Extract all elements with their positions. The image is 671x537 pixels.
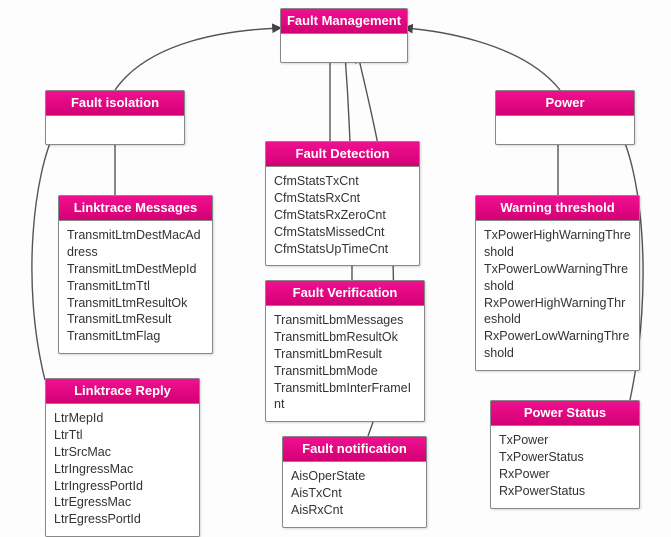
node-power: Power [495,90,635,145]
list-item: TransmitLtmTtl [67,278,204,295]
node-linktrace-messages: Linktrace Messages TransmitLtmDestMacAdd… [58,195,213,354]
node-body: TxPowerHighWarningThresholdTxPowerLowWar… [476,221,639,370]
list-item: RxPowerStatus [499,483,631,500]
list-item: TransmitLtmResult [67,311,204,328]
node-fault-notification: Fault notification AisOperStateAisTxCntA… [282,436,427,528]
list-item: CfmStatsTxCnt [274,173,411,190]
list-item: TransmitLbmMessages [274,312,416,329]
node-title: Linktrace Reply [46,379,199,404]
node-title: Fault isolation [46,91,184,116]
node-linktrace-reply: Linktrace Reply LtrMepIdLtrTtlLtrSrcMacL… [45,378,200,537]
node-title: Power Status [491,401,639,426]
list-item: AisRxCnt [291,502,418,519]
node-title: Power [496,91,634,116]
node-body: TxPowerTxPowerStatusRxPowerRxPowerStatus [491,426,639,508]
arrow-power-to-management [405,28,560,90]
list-item: LtrIngressMac [54,461,191,478]
node-title: Fault Verification [266,281,424,306]
node-title: Fault Detection [266,142,419,167]
node-fault-verification: Fault Verification TransmitLbmMessagesTr… [265,280,425,422]
list-item: TxPowerStatus [499,449,631,466]
list-item: AisOperState [291,468,418,485]
list-item: LtrEgressPortId [54,511,191,528]
list-item: RxPowerHighWarningThreshold [484,295,631,329]
list-item: TransmitLtmFlag [67,328,204,345]
list-item: TxPowerHighWarningThreshold [484,227,631,261]
list-item: RxPowerLowWarningThreshold [484,328,631,362]
list-item: TransmitLbmMode [274,363,416,380]
list-item: CfmStatsRxZeroCnt [274,207,411,224]
list-item: TransmitLtmResultOk [67,295,204,312]
node-warning-threshold: Warning threshold TxPowerHighWarningThre… [475,195,640,371]
list-item: TransmitLbmResultOk [274,329,416,346]
arrow-ltreply-to-isolation [32,132,55,380]
list-item: TransmitLbmResult [274,346,416,363]
list-item: CfmStatsUpTimeCnt [274,241,411,258]
list-item: LtrMepId [54,410,191,427]
list-item: CfmStatsRxCnt [274,190,411,207]
node-title: Fault Management [281,9,407,34]
node-fault-management: Fault Management [280,8,408,63]
list-item: CfmStatsMissedCnt [274,224,411,241]
node-body: LtrMepIdLtrTtlLtrSrcMacLtrIngressMacLtrI… [46,404,199,536]
node-title: Linktrace Messages [59,196,212,221]
list-item: TransmitLtmDestMacAddress [67,227,204,261]
list-item: LtrIngressPortId [54,478,191,495]
node-title: Warning threshold [476,196,639,221]
list-item: LtrSrcMac [54,444,191,461]
node-body: AisOperStateAisTxCntAisRxCnt [283,462,426,527]
node-body: TransmitLtmDestMacAddressTransmitLtmDest… [59,221,212,353]
list-item: TransmitLtmDestMepId [67,261,204,278]
list-item: AisTxCnt [291,485,418,502]
list-item: TransmitLbmInterFrameInt [274,380,416,414]
list-item: TxPower [499,432,631,449]
list-item: LtrEgressMac [54,494,191,511]
node-fault-isolation: Fault isolation [45,90,185,145]
node-body: TransmitLbmMessagesTransmitLbmResultOkTr… [266,306,424,421]
node-power-status: Power Status TxPowerTxPowerStatusRxPower… [490,400,640,509]
arrow-isolation-to-management [115,28,280,90]
node-body: CfmStatsTxCntCfmStatsRxCntCfmStatsRxZero… [266,167,419,265]
diagram-canvas: Fault Management Fault isolation Linktra… [0,0,671,537]
node-title: Fault notification [283,437,426,462]
list-item: RxPower [499,466,631,483]
list-item: LtrTtl [54,427,191,444]
node-fault-detection: Fault Detection CfmStatsTxCntCfmStatsRxC… [265,141,420,266]
list-item: TxPowerLowWarningThreshold [484,261,631,295]
